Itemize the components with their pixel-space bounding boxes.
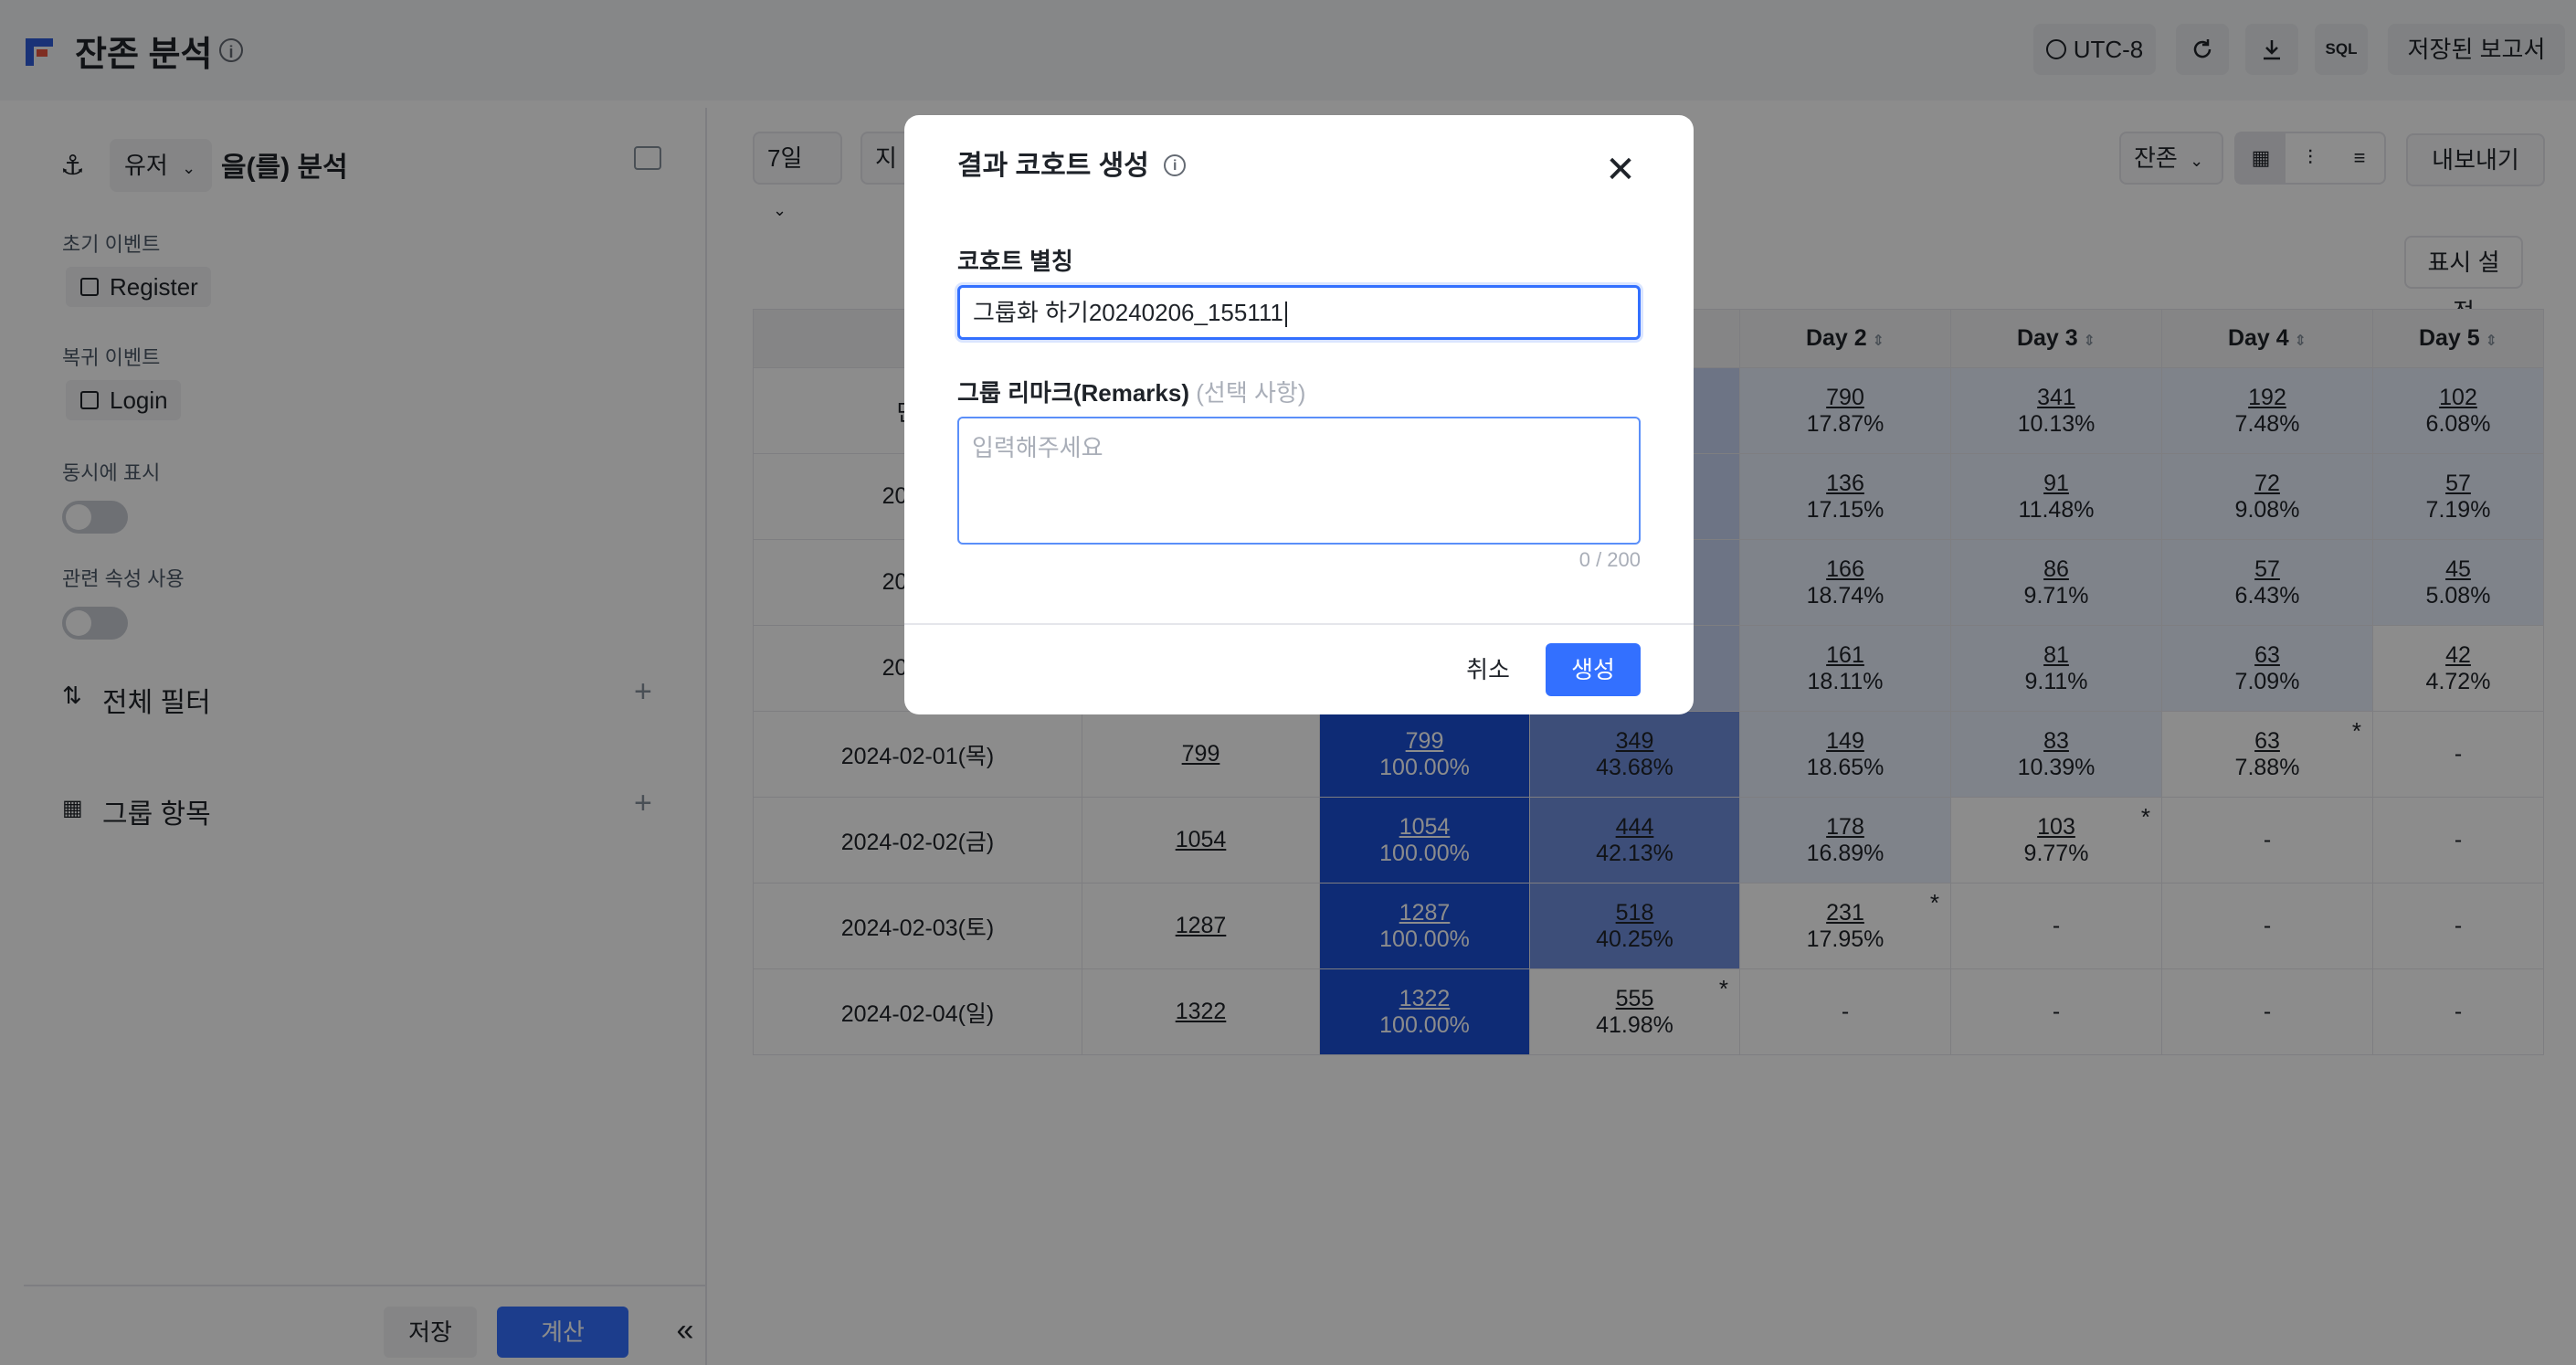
info-icon[interactable]: i	[1164, 154, 1187, 177]
text-caret	[1284, 302, 1287, 328]
create-button[interactable]: 생성	[1546, 643, 1641, 696]
remarks-textarea[interactable]: 입력해주세요	[957, 417, 1641, 545]
remarks-label: 그룹 리마크(Remarks) (선택 사항)	[957, 375, 1305, 408]
char-counter: 0 / 200	[1578, 548, 1641, 571]
alias-label: 코호트 별칭	[957, 248, 1073, 275]
remarks-label-text: 그룹 리마크(Remarks)	[957, 379, 1189, 407]
dialog-title: 결과 코호트 생성 i	[957, 143, 1187, 183]
dialog-title-text: 결과 코호트 생성	[957, 151, 1149, 181]
remarks-placeholder: 입력해주세요	[972, 434, 1103, 461]
alias-input-value: 그룹화 하기20240206_155111	[973, 299, 1283, 326]
dialog-divider	[904, 623, 1694, 625]
remarks-optional-text: (선택 사항)	[1196, 379, 1306, 407]
create-cohort-dialog: 결과 코호트 생성 i ✕ 코호트 별칭 그룹화 하기20240206_1551…	[904, 115, 1694, 714]
cancel-button[interactable]: 취소	[1438, 643, 1538, 696]
close-icon[interactable]: ✕	[1599, 148, 1642, 192]
alias-input[interactable]: 그룹화 하기20240206_155111	[957, 285, 1641, 340]
